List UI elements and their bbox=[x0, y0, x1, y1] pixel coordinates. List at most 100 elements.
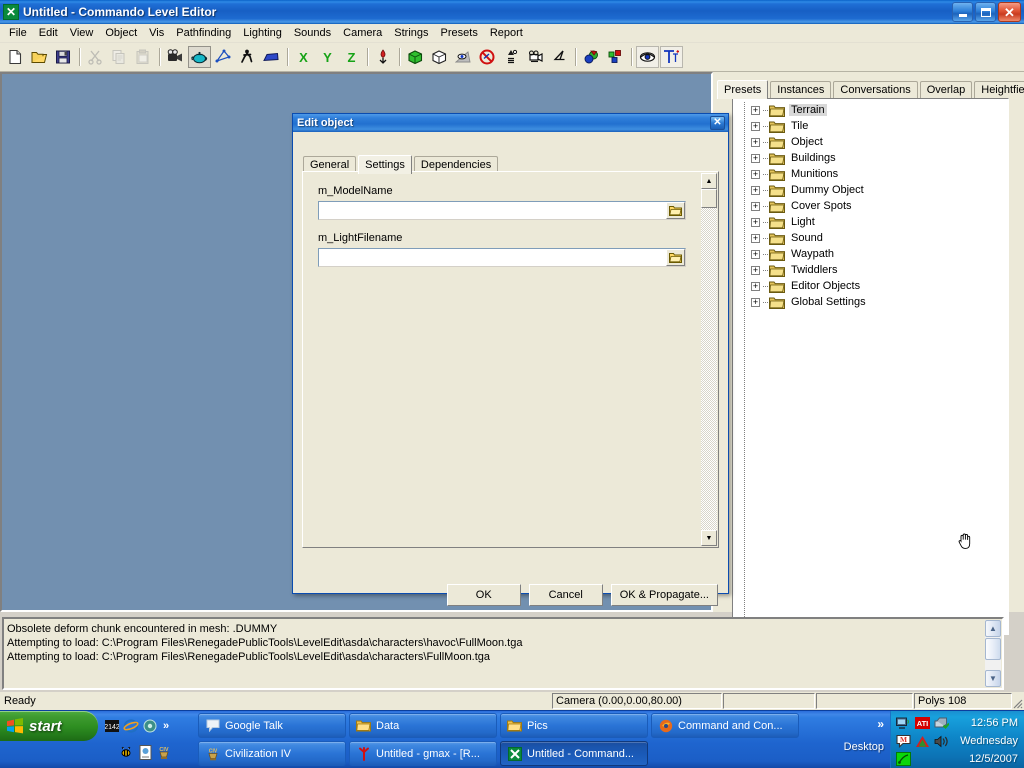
taskbar-button-untitled-gmax-r[interactable]: Untitled - gmax - [R... bbox=[349, 741, 497, 766]
tab-instances[interactable]: Instances bbox=[770, 81, 831, 98]
close-button[interactable]: ✕ bbox=[998, 2, 1021, 22]
start-button[interactable]: start bbox=[0, 711, 98, 741]
axis-y-icon[interactable]: Y bbox=[316, 46, 339, 68]
gmail-notifier-icon[interactable]: M bbox=[895, 733, 911, 749]
ok-propagate-button[interactable]: OK & Propagate... bbox=[611, 584, 718, 606]
tree-expand-icon[interactable]: + bbox=[751, 122, 760, 131]
camera-icon[interactable] bbox=[164, 46, 187, 68]
walk-mode-icon[interactable] bbox=[236, 46, 259, 68]
quick-launch-chevron[interactable]: » bbox=[163, 720, 169, 732]
internet-explorer-icon[interactable] bbox=[123, 718, 139, 734]
taskbar-button-civilization-iv[interactable]: CIVCivilization IV bbox=[198, 741, 346, 766]
tree-expand-icon[interactable]: + bbox=[751, 154, 760, 163]
desktop-toolbar-label[interactable]: Desktop bbox=[844, 741, 884, 753]
resize-grip-icon[interactable] bbox=[1009, 695, 1023, 709]
property-scrollbar[interactable]: ▲ ▼ bbox=[701, 173, 717, 546]
tree-expand-icon[interactable]: + bbox=[751, 138, 760, 147]
tab-heightfield[interactable]: Heightfield bbox=[974, 81, 1024, 98]
tree-item-sound[interactable]: +Sound bbox=[733, 230, 1008, 246]
folder-browse-icon-model-name[interactable] bbox=[666, 202, 685, 219]
axis-x-icon[interactable]: X bbox=[292, 46, 315, 68]
camera-path-icon[interactable] bbox=[524, 46, 547, 68]
tree-expand-icon[interactable]: + bbox=[751, 250, 760, 259]
menu-pathfinding[interactable]: Pathfinding bbox=[170, 25, 237, 42]
tab-conversations[interactable]: Conversations bbox=[833, 81, 917, 98]
tree-item-global-settings[interactable]: +Global Settings bbox=[733, 294, 1008, 310]
tree-expand-icon[interactable]: + bbox=[751, 298, 760, 307]
menu-view[interactable]: View bbox=[64, 25, 100, 42]
safely-remove-icon[interactable] bbox=[933, 715, 949, 731]
taskbar-button-data[interactable]: Data bbox=[349, 713, 497, 738]
presets-tree[interactable]: +Terrain+Tile+Object+Buildings+Munitions… bbox=[732, 98, 1009, 635]
scroll-down-button[interactable]: ▼ bbox=[701, 530, 717, 546]
vis-point-icon[interactable] bbox=[452, 46, 475, 68]
tree-item-light[interactable]: +Light bbox=[733, 214, 1008, 230]
lightmap-icon[interactable] bbox=[500, 46, 523, 68]
log-scroll-up-button[interactable]: ▲ bbox=[985, 620, 1001, 637]
tree-item-terrain[interactable]: +Terrain bbox=[733, 102, 1008, 118]
cancel-button[interactable]: Cancel bbox=[529, 584, 603, 606]
tree-item-waypath[interactable]: +Waypath bbox=[733, 246, 1008, 262]
menu-lighting[interactable]: Lighting bbox=[237, 25, 288, 42]
menu-strings[interactable]: Strings bbox=[388, 25, 434, 42]
open-file-icon[interactable] bbox=[28, 46, 51, 68]
taskbar-button-google-talk[interactable]: Google Talk bbox=[198, 713, 346, 738]
ati-icon[interactable]: ATI bbox=[914, 715, 930, 731]
wireframe-box-icon[interactable] bbox=[404, 46, 427, 68]
angle-tool-icon[interactable] bbox=[548, 46, 571, 68]
tree-expand-icon[interactable]: + bbox=[751, 186, 760, 195]
tree-item-munitions[interactable]: +Munitions bbox=[733, 166, 1008, 182]
property-field-model-name[interactable] bbox=[318, 201, 686, 220]
notes-icon[interactable] bbox=[137, 744, 153, 760]
scroll-up-button[interactable]: ▲ bbox=[701, 173, 717, 189]
tab-overlap[interactable]: Overlap bbox=[920, 81, 973, 98]
menu-presets[interactable]: Presets bbox=[435, 25, 484, 42]
taskbar-overflow-chevron[interactable]: » bbox=[877, 717, 884, 731]
civ-icon[interactable]: CIV bbox=[156, 744, 172, 760]
taskbar-button-untitled-command[interactable]: Untitled - Command... bbox=[500, 741, 648, 766]
tree-item-twiddlers[interactable]: +Twiddlers bbox=[733, 262, 1008, 278]
taskbar-clock[interactable]: 12:56 PM Wednesday 12/5/2007 bbox=[960, 714, 1018, 768]
menu-object[interactable]: Object bbox=[99, 25, 143, 42]
solid-box-icon[interactable] bbox=[428, 46, 451, 68]
tree-expand-icon[interactable]: + bbox=[751, 202, 760, 211]
maximize-button[interactable] bbox=[975, 2, 996, 22]
dialog-close-button[interactable]: ✕ bbox=[710, 116, 725, 130]
log-scroll-down-button[interactable]: ▼ bbox=[985, 670, 1001, 687]
avg-icon[interactable] bbox=[914, 733, 930, 749]
dialog-tab-settings[interactable]: Settings bbox=[358, 155, 412, 174]
tree-expand-icon[interactable]: + bbox=[751, 282, 760, 291]
show-hide-eye-icon[interactable] bbox=[636, 46, 659, 68]
log-scrollbar-thumb[interactable] bbox=[985, 638, 1001, 660]
taskbar-button-command-and-con[interactable]: Command and Con... bbox=[651, 713, 799, 738]
teapot-object-icon[interactable] bbox=[188, 46, 211, 68]
taskbar-button-pics[interactable]: Pics bbox=[500, 713, 648, 738]
tree-expand-icon[interactable]: + bbox=[751, 234, 760, 243]
tree-item-dummy-object[interactable]: +Dummy Object bbox=[733, 182, 1008, 198]
tree-expand-icon[interactable]: + bbox=[751, 266, 760, 275]
menu-sounds[interactable]: Sounds bbox=[288, 25, 337, 42]
model-name-input[interactable] bbox=[321, 203, 666, 218]
tree-item-buildings[interactable]: +Buildings bbox=[733, 150, 1008, 166]
tree-item-cover-spots[interactable]: +Cover Spots bbox=[733, 198, 1008, 214]
menu-edit[interactable]: Edit bbox=[33, 25, 64, 42]
tree-item-object[interactable]: +Object bbox=[733, 134, 1008, 150]
property-field-light-filename[interactable] bbox=[318, 248, 686, 267]
wireless-icon[interactable] bbox=[895, 751, 911, 767]
terrain-icon[interactable] bbox=[260, 46, 283, 68]
drop-to-ground-icon[interactable] bbox=[372, 46, 395, 68]
folder-browse-icon-light-filename[interactable] bbox=[666, 249, 685, 266]
rotate-object-icon[interactable] bbox=[212, 46, 235, 68]
menu-file[interactable]: File bbox=[3, 25, 33, 42]
menu-camera[interactable]: Camera bbox=[337, 25, 388, 42]
light-filename-input[interactable] bbox=[321, 250, 666, 265]
menu-vis[interactable]: Vis bbox=[143, 25, 170, 42]
media-icon[interactable] bbox=[142, 718, 158, 734]
vis-sectors-icon[interactable] bbox=[580, 46, 603, 68]
new-file-icon[interactable] bbox=[4, 46, 27, 68]
text-tool-icon[interactable] bbox=[660, 46, 683, 68]
axis-z-icon[interactable]: Z bbox=[340, 46, 363, 68]
tree-item-editor-objects[interactable]: +Editor Objects bbox=[733, 278, 1008, 294]
tree-expand-icon[interactable]: + bbox=[751, 106, 760, 115]
ok-button[interactable]: OK bbox=[447, 584, 521, 606]
